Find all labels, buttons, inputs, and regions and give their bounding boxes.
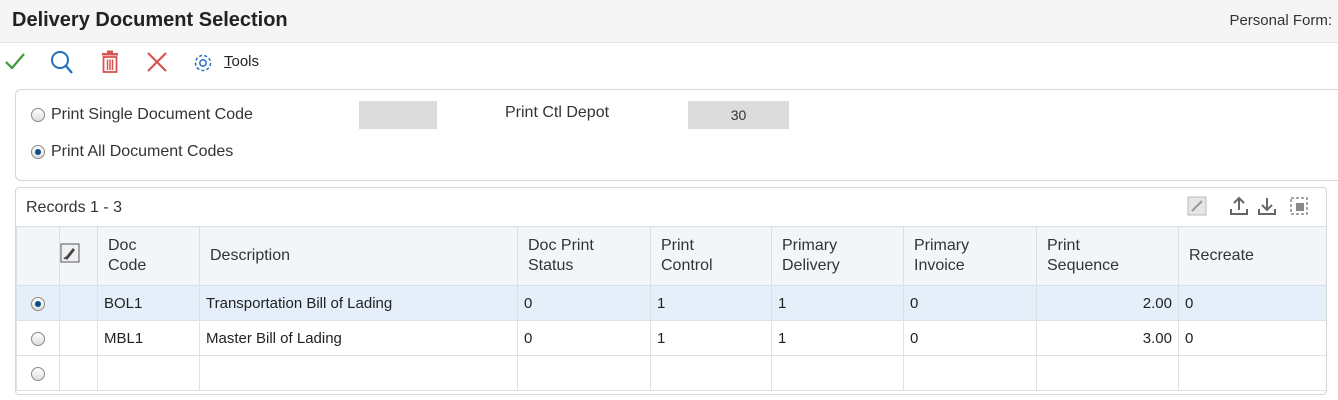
recreate-cell[interactable]: 0 xyxy=(1178,285,1326,321)
doc-print-status-cell[interactable]: 0 xyxy=(517,285,651,321)
row-edit-cell xyxy=(59,355,98,391)
primary-delivery-cell[interactable]: 1 xyxy=(771,320,904,356)
print-all-option[interactable]: Print All Document Codes xyxy=(31,143,233,161)
row-edit-cell xyxy=(59,285,98,321)
grid-format-icon[interactable] xyxy=(1288,195,1310,222)
row-edit-cell xyxy=(59,320,98,356)
description-column-header[interactable]: Description xyxy=(199,226,518,286)
doc-code-cell[interactable] xyxy=(97,355,200,391)
doc-print-status-cell[interactable] xyxy=(517,355,651,391)
page-title: Delivery Document Selection xyxy=(12,9,288,31)
doc-code-cell[interactable]: MBL1 xyxy=(97,320,200,356)
primary-invoice-cell[interactable]: 0 xyxy=(903,320,1037,356)
header-panel xyxy=(15,89,1338,181)
print-control-cell[interactable]: 1 xyxy=(650,320,772,356)
print-sequence-cell[interactable]: 2.00 xyxy=(1036,285,1179,321)
table-row[interactable]: MBL1 Master Bill of Lading 0 1 1 0 3.00 … xyxy=(16,320,1326,356)
print-all-label: Print All Document Codes xyxy=(51,143,234,160)
doc-code-column-header[interactable]: Doc Code xyxy=(97,226,200,286)
edit-pencil-icon xyxy=(60,243,80,263)
document-code-field[interactable] xyxy=(359,101,437,129)
description-cell[interactable]: Transportation Bill of Lading xyxy=(199,285,518,321)
row-select-radio[interactable] xyxy=(16,355,60,391)
toolbar: Tools xyxy=(0,43,1338,83)
primary-invoice-cell[interactable] xyxy=(903,355,1037,391)
print-sequence-column-header[interactable]: Print Sequence xyxy=(1036,226,1179,286)
print-single-label: Print Single Document Code xyxy=(51,106,253,123)
description-cell[interactable] xyxy=(199,355,518,391)
download-icon[interactable] xyxy=(1256,195,1278,222)
upload-icon[interactable] xyxy=(1228,195,1250,222)
primary-delivery-cell[interactable] xyxy=(771,355,904,391)
row-edit-column-header[interactable] xyxy=(59,226,98,286)
radio-all[interactable] xyxy=(31,145,45,159)
documents-grid: Doc Code Description Doc Print Status Prin… xyxy=(16,226,1326,391)
recreate-cell[interactable] xyxy=(1178,355,1326,391)
title-bar: Delivery Document Selection Personal For… xyxy=(0,0,1338,43)
recreate-cell[interactable]: 0 xyxy=(1178,320,1326,356)
print-control-column-header[interactable]: Print Control xyxy=(650,226,772,286)
print-control-cell[interactable] xyxy=(650,355,772,391)
radio-row-3[interactable] xyxy=(31,366,45,381)
records-count: Records 1 - 3 xyxy=(26,199,123,216)
grid-header-row: Doc Code Description Doc Print Status Prin… xyxy=(16,226,1326,286)
print-sequence-cell[interactable]: 3.00 xyxy=(1036,320,1179,356)
print-control-cell[interactable]: 1 xyxy=(650,285,772,321)
personal-form-label[interactable]: Personal Form: xyxy=(1229,12,1332,29)
table-row[interactable]: BOL1 Transportation Bill of Lading 0 1 1… xyxy=(16,285,1326,321)
primary-delivery-column-header[interactable]: Primary Delivery xyxy=(771,226,904,286)
print-ctl-depot-label: Print Ctl Depot xyxy=(505,104,610,121)
radio-row-2[interactable] xyxy=(31,331,45,346)
row-select-radio[interactable] xyxy=(16,285,60,321)
radio-single[interactable] xyxy=(31,108,45,122)
radio-row-1[interactable] xyxy=(31,296,45,311)
primary-delivery-cell[interactable]: 1 xyxy=(771,285,904,321)
primary-invoice-column-header[interactable]: Primary Invoice xyxy=(903,226,1037,286)
doc-print-status-column-header[interactable]: Doc Print Status xyxy=(517,226,651,286)
row-select-radio[interactable] xyxy=(16,320,60,356)
print-sequence-cell[interactable] xyxy=(1036,355,1179,391)
gear-icon[interactable] xyxy=(192,52,214,79)
select-column-header xyxy=(16,226,60,286)
description-cell[interactable]: Master Bill of Lading xyxy=(199,320,518,356)
doc-code-cell[interactable]: BOL1 xyxy=(97,285,200,321)
grid-panel: Records 1 - 3 Doc Code Description Doc Pr… xyxy=(15,187,1327,395)
checkmark-icon[interactable] xyxy=(4,49,26,78)
print-ctl-depot-field[interactable]: 30 xyxy=(688,101,789,129)
primary-invoice-cell[interactable]: 0 xyxy=(903,285,1037,321)
print-single-option[interactable]: Print Single Document Code xyxy=(31,106,253,124)
tools-menu[interactable]: Tools xyxy=(224,53,259,70)
trash-icon[interactable] xyxy=(100,49,120,80)
recreate-column-header[interactable]: Recreate xyxy=(1178,226,1326,286)
search-icon[interactable] xyxy=(50,49,74,80)
close-icon[interactable] xyxy=(145,49,169,80)
table-row-empty[interactable] xyxy=(16,355,1326,391)
edit-grid-icon[interactable] xyxy=(1186,195,1208,222)
doc-print-status-cell[interactable]: 0 xyxy=(517,320,651,356)
